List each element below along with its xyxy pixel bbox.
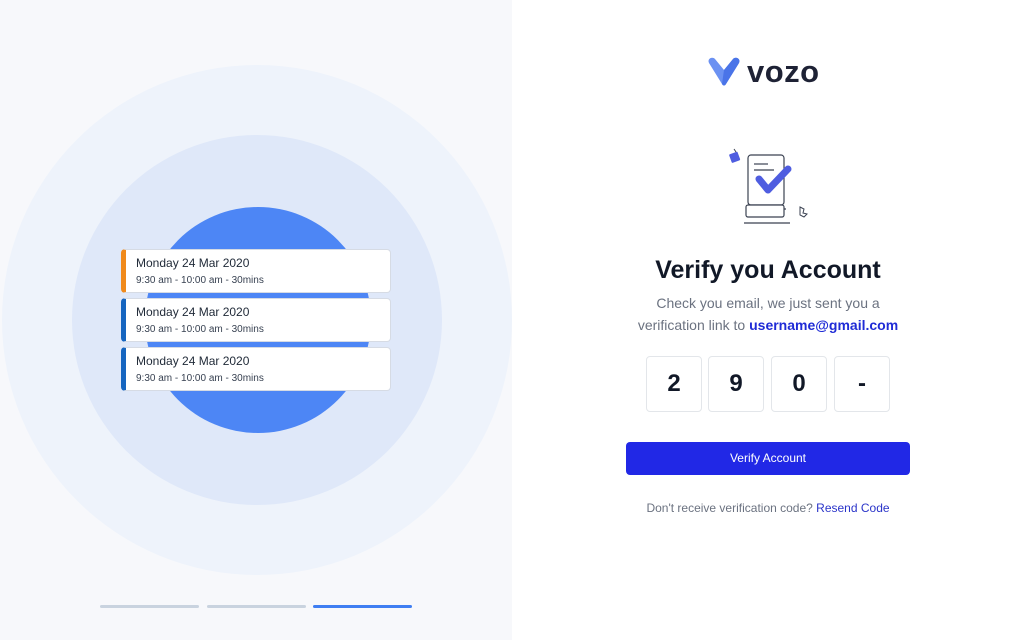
brand-name: vozo xyxy=(747,54,820,89)
code-digit-4[interactable]: - xyxy=(834,356,890,412)
carousel-indicator-3-active[interactable] xyxy=(313,605,412,608)
code-digit-1[interactable]: 2 xyxy=(646,356,702,412)
instruction-prefix: verification link to xyxy=(637,317,746,333)
appointment-date: Monday 24 Mar 2020 xyxy=(136,305,250,319)
appointment-date: Monday 24 Mar 2020 xyxy=(136,354,250,368)
code-digit-2[interactable]: 9 xyxy=(708,356,764,412)
carousel-indicator-1[interactable] xyxy=(100,605,199,608)
appointment-time: 9:30 am - 10:00 am - 30mins xyxy=(136,275,264,286)
resend-code-link[interactable]: Resend Code xyxy=(816,501,889,515)
appointment-time: 9:30 am - 10:00 am - 30mins xyxy=(136,373,264,384)
vozo-heart-logo-icon xyxy=(708,57,740,86)
verify-account-button[interactable]: Verify Account xyxy=(626,442,910,475)
brand-logo: vozo xyxy=(706,54,820,90)
verification-instructions: Check you email, we just sent you a veri… xyxy=(612,292,924,336)
resend-code-row: Don't receive verification code? Resend … xyxy=(512,500,1024,516)
resend-prompt: Don't receive verification code? xyxy=(646,501,813,515)
page-title: Verify you Account xyxy=(655,256,881,284)
appointment-card: Monday 24 Mar 2020 9:30 am - 10:00 am - … xyxy=(121,347,391,391)
appointment-card: Monday 24 Mar 2020 9:30 am - 10:00 am - … xyxy=(121,298,391,342)
instruction-line: Check you email, we just sent you a xyxy=(656,295,880,311)
carousel-indicator-2[interactable] xyxy=(207,605,306,608)
user-email: username@gmail.com xyxy=(749,317,899,333)
document-checkmark-icon xyxy=(729,148,808,224)
verification-code-input: 2 9 0 - xyxy=(646,356,890,412)
appointment-date: Monday 24 Mar 2020 xyxy=(136,256,250,270)
appointment-time: 9:30 am - 10:00 am - 30mins xyxy=(136,324,264,335)
code-digit-3[interactable]: 0 xyxy=(771,356,827,412)
verify-panel: vozo Verify you Account Check you email,… xyxy=(512,0,1024,640)
onboarding-panel: Monday 24 Mar 2020 9:30 am - 10:00 am - … xyxy=(0,0,512,640)
appointment-card: Monday 24 Mar 2020 9:30 am - 10:00 am - … xyxy=(121,249,391,293)
